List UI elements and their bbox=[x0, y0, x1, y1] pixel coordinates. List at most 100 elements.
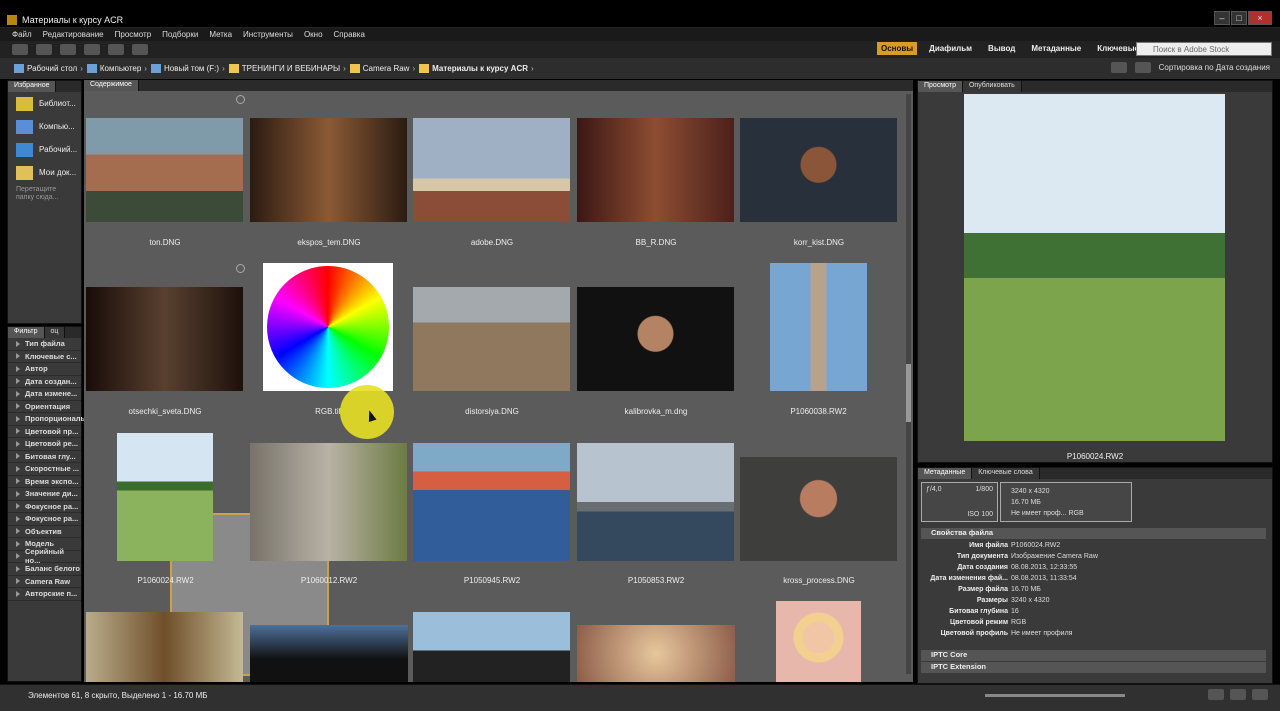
breadcrumb-desktop[interactable]: Рабочий стол › bbox=[14, 64, 83, 73]
filter-item[interactable]: Фокусное ра... bbox=[8, 500, 81, 513]
filter-item[interactable]: Битовая глу... bbox=[8, 450, 81, 463]
grid-view-icon[interactable] bbox=[1208, 689, 1224, 700]
metadata-row: Имя файла P1060024.RW2 bbox=[969, 542, 1061, 549]
thumbnail-item[interactable]: adobe.DNG bbox=[413, 118, 571, 248]
thumbnail-item[interactable]: BB_R.DNG bbox=[577, 118, 735, 248]
computer-icon bbox=[86, 64, 97, 73]
thumbnail-image bbox=[250, 118, 407, 222]
filter-item[interactable]: Ключевые с... bbox=[8, 350, 81, 363]
partial-thumbnail[interactable] bbox=[776, 601, 861, 682]
favorites-tab[interactable]: Избранное bbox=[8, 81, 57, 92]
filter-item[interactable]: Авторские п... bbox=[8, 588, 81, 601]
filter-item[interactable]: Пропорциональ... bbox=[8, 413, 91, 426]
menu-tools[interactable]: Инструменты bbox=[243, 30, 293, 39]
camera-import-icon[interactable] bbox=[84, 44, 100, 55]
breadcrumb-trainings[interactable]: ТРЕНИНГИ И ВЕБИНАРЫ › bbox=[228, 64, 346, 73]
filter-item[interactable]: Цветовой ре... bbox=[8, 438, 81, 451]
menu-file[interactable]: Файл bbox=[12, 30, 32, 39]
breadcrumb-camera-raw[interactable]: Camera Raw › bbox=[349, 64, 415, 73]
adobe-stock-search-input[interactable]: Поиск в Adobe Stock bbox=[1136, 42, 1272, 56]
iptc-core-section[interactable]: IPTC Core bbox=[921, 650, 1266, 661]
thumbnail-item[interactable]: P1060038.RW2 bbox=[770, 263, 867, 417]
partial-thumbnail[interactable] bbox=[86, 612, 243, 682]
content-scrollbar[interactable] bbox=[906, 94, 911, 674]
breadcrumb-current-folder[interactable]: Материалы к курсу ACR › bbox=[419, 64, 534, 73]
menu-stacks[interactable]: Подборки bbox=[162, 30, 198, 39]
workspace-output[interactable]: Вывод bbox=[984, 42, 1019, 55]
thumbnail-item[interactable]: ekspos_tem.DNG bbox=[250, 118, 408, 248]
expand-triangle-icon bbox=[16, 340, 20, 347]
preview-tab[interactable]: Просмотр bbox=[918, 81, 963, 92]
favorite-computer[interactable]: Компью... bbox=[8, 115, 81, 138]
menu-window[interactable]: Окно bbox=[304, 30, 323, 39]
thumbnail-item[interactable]: korr_kist.DNG bbox=[740, 118, 898, 248]
publish-tab[interactable]: Опубликовать bbox=[962, 81, 1022, 92]
rating-filter-icon[interactable] bbox=[1134, 62, 1151, 73]
expand-triangle-icon bbox=[16, 440, 20, 447]
recent-files-icon[interactable] bbox=[36, 44, 52, 55]
metadata-tab[interactable]: Метаданные bbox=[918, 468, 973, 479]
filter-tab[interactable]: Фильтр bbox=[8, 327, 45, 338]
filter-item[interactable]: Тип файла bbox=[8, 338, 81, 351]
menu-label[interactable]: Метка bbox=[209, 30, 232, 39]
expand-triangle-icon bbox=[16, 578, 20, 585]
filter-item[interactable]: Серийный но... bbox=[8, 547, 81, 565]
sort-dropdown[interactable]: Сортировка по Дата создания bbox=[1159, 63, 1270, 72]
filter-item[interactable]: Дата измене... bbox=[8, 388, 81, 401]
close-button[interactable]: × bbox=[1248, 11, 1272, 25]
filter-item[interactable]: Ориентация bbox=[8, 400, 81, 413]
rotate-thumbnail-icon[interactable] bbox=[236, 264, 245, 273]
thumbnail-item[interactable]: distorsiya.DNG bbox=[413, 287, 571, 417]
rotate-thumbnail-icon[interactable] bbox=[236, 95, 245, 104]
menu-help[interactable]: Справка bbox=[334, 30, 365, 39]
filter-item[interactable]: Camera Raw bbox=[8, 575, 81, 588]
iptc-extension-section[interactable]: IPTC Extension bbox=[921, 662, 1266, 673]
filter-item[interactable]: Автор bbox=[8, 363, 81, 376]
filter-item[interactable]: Скоростные ... bbox=[8, 463, 81, 476]
breadcrumb-computer[interactable]: Компьютер › bbox=[86, 64, 147, 73]
workspace-filmstrip[interactable]: Диафильм bbox=[925, 42, 976, 55]
content-tab[interactable]: Содержимое bbox=[84, 80, 139, 91]
minimize-button[interactable]: – bbox=[1214, 11, 1230, 25]
scroll-thumb[interactable] bbox=[906, 364, 911, 422]
menu-view[interactable]: Просмотр bbox=[115, 30, 152, 39]
filter-item[interactable]: Фокусное ра... bbox=[8, 513, 81, 526]
filter-item[interactable]: Объектив bbox=[8, 525, 81, 538]
thumbnail-item-selected[interactable]: P1060024.RW2 bbox=[117, 433, 214, 587]
filter-item[interactable]: Дата создан... bbox=[8, 375, 81, 388]
back-forward-icon[interactable] bbox=[12, 44, 28, 55]
keywords-tab[interactable]: Ключевые слова bbox=[972, 468, 1040, 479]
return-to-photoshop-icon[interactable] bbox=[60, 44, 76, 55]
maximize-button[interactable]: □ bbox=[1231, 11, 1247, 25]
collections-tab[interactable]: оц bbox=[44, 327, 66, 338]
favorite-desktop[interactable]: Рабочий... bbox=[8, 138, 81, 161]
view-toggle-icon[interactable] bbox=[1110, 62, 1127, 73]
workspace-metadata[interactable]: Метаданные bbox=[1027, 42, 1085, 55]
filter-item[interactable]: Цветовой пр... bbox=[8, 425, 81, 438]
thumbnail-item[interactable]: kalibrovka_m.dng bbox=[577, 287, 735, 417]
rotate-icon[interactable] bbox=[132, 44, 148, 55]
favorite-library[interactable]: Библиот... bbox=[8, 92, 81, 115]
filter-item[interactable]: Время экспо... bbox=[8, 475, 81, 488]
thumbnail-item[interactable]: P1050853.RW2 bbox=[577, 443, 735, 587]
thumbnail-size-slider[interactable] bbox=[985, 694, 1125, 697]
partial-thumbnail[interactable] bbox=[250, 625, 408, 682]
thumbnail-item[interactable]: P1060012.RW2 bbox=[250, 443, 408, 587]
partial-thumbnail[interactable] bbox=[413, 612, 570, 682]
menu-edit[interactable]: Редактирование bbox=[43, 30, 104, 39]
thumbnail-item[interactable]: otsechki_sveta.DNG bbox=[86, 287, 244, 417]
thumbnail-item[interactable]: kross_process.DNG bbox=[740, 457, 898, 587]
favorite-documents[interactable]: Мои док... bbox=[8, 161, 81, 184]
preview-image[interactable] bbox=[964, 94, 1225, 441]
list-view-icon[interactable] bbox=[1252, 689, 1268, 700]
detail-view-icon[interactable] bbox=[1230, 689, 1246, 700]
workspace-essentials[interactable]: Основы bbox=[877, 42, 918, 55]
breadcrumb-drive[interactable]: Новый том (F:) › bbox=[150, 64, 225, 73]
filter-item[interactable]: Значение ди... bbox=[8, 488, 81, 501]
thumbnail-item[interactable]: P1050945.RW2 bbox=[413, 443, 571, 587]
thumbnail-item[interactable]: ton.DNG bbox=[86, 118, 244, 248]
metadata-section-header[interactable]: Свойства файла bbox=[921, 528, 1266, 539]
filter-item[interactable]: Баланс белого bbox=[8, 563, 81, 576]
partial-thumbnail[interactable] bbox=[577, 625, 735, 682]
refine-icon[interactable] bbox=[108, 44, 124, 55]
